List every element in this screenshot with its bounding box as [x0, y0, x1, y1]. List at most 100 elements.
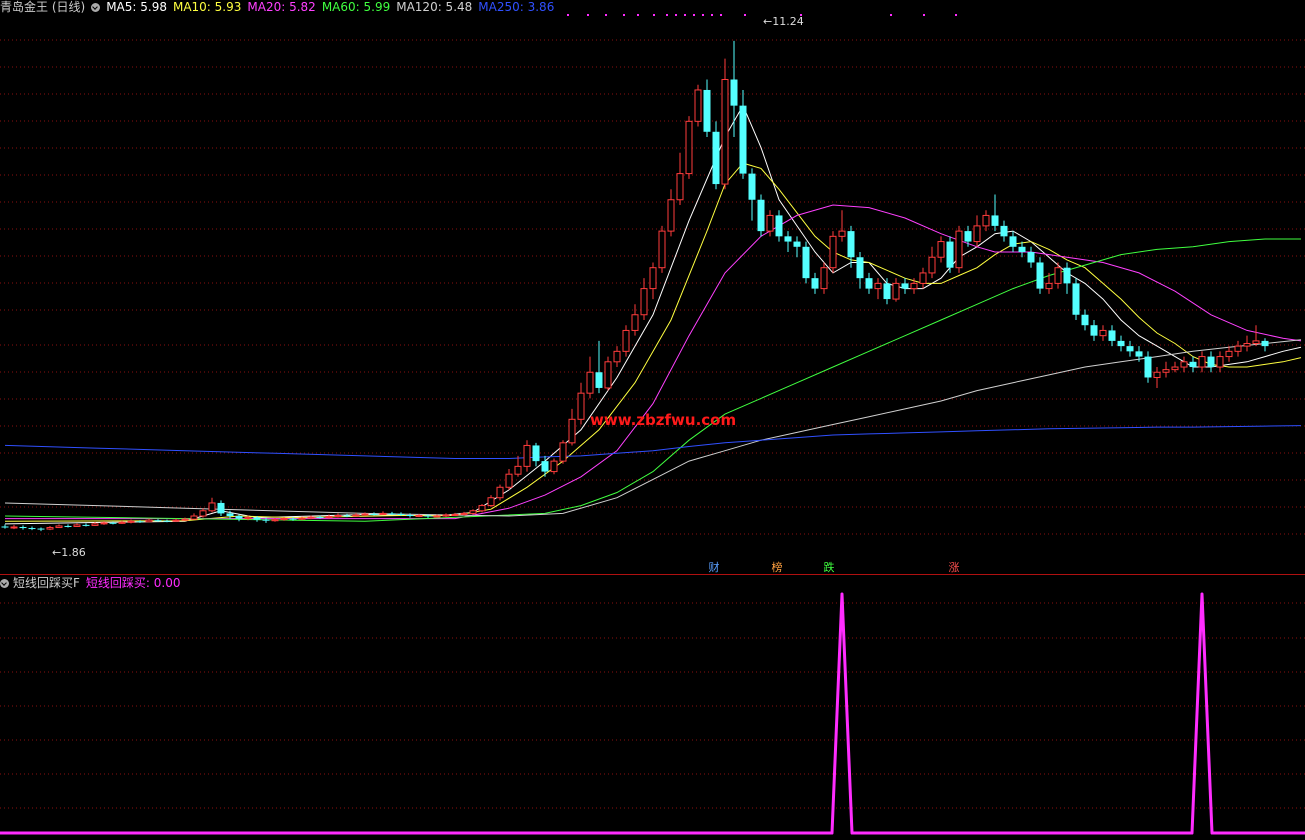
candle: [1108, 325, 1116, 347]
candle-body: [64, 525, 72, 527]
candle: [820, 262, 828, 294]
candle-body: [1045, 282, 1053, 290]
candle-body: [1027, 252, 1035, 263]
candle-body: [631, 314, 639, 331]
candle-body: [424, 515, 432, 517]
candle: [442, 513, 450, 518]
candle-body: [1000, 225, 1008, 237]
indicator-name: 短线回踩买F: [13, 576, 80, 590]
ma-line-ma250: [4, 425, 1302, 459]
candle: [478, 503, 486, 513]
candle: [685, 116, 693, 179]
signal-dot: [567, 14, 569, 16]
flag-bang[interactable]: 榜: [770, 559, 784, 575]
candle: [829, 231, 837, 273]
candle: [649, 262, 657, 300]
candle: [847, 225, 855, 268]
flag-zhang[interactable]: 涨: [947, 559, 961, 575]
candle-body: [676, 173, 684, 201]
candle-body: [154, 520, 162, 522]
candle-body: [442, 514, 450, 517]
candle: [379, 511, 387, 515]
candle-body: [73, 524, 81, 527]
candle: [190, 513, 198, 520]
candle: [982, 210, 990, 232]
collapse-icon[interactable]: [0, 578, 9, 588]
signal-dot: [702, 14, 704, 16]
candle-body: [892, 282, 900, 300]
candle-body: [793, 241, 801, 247]
candle: [1144, 351, 1152, 383]
candle: [487, 495, 495, 508]
candle: [568, 408, 576, 446]
signal-dot: [675, 14, 677, 16]
candle: [811, 272, 819, 294]
high-price-label: ←11.24: [763, 15, 804, 28]
candle-body: [1243, 343, 1251, 347]
candle: [802, 241, 810, 284]
candle-body: [361, 513, 369, 516]
candle: [28, 526, 36, 531]
candle-body: [1108, 330, 1116, 341]
signal-dot: [653, 14, 655, 16]
candle: [586, 356, 594, 399]
candle: [694, 84, 702, 127]
candle-body: [397, 513, 405, 515]
signal-dot: [720, 14, 722, 16]
candle: [874, 278, 882, 300]
candle: [64, 524, 72, 528]
candle-body: [838, 230, 846, 237]
candle-body: [226, 513, 234, 517]
candle-body: [1072, 283, 1080, 315]
candle: [883, 278, 891, 305]
candle: [1162, 361, 1170, 378]
signal-dot: [637, 14, 639, 16]
candle-body: [406, 514, 414, 517]
candle: [838, 210, 846, 242]
high-arrow-icon: ←: [763, 15, 773, 28]
candle-body: [271, 519, 279, 522]
candle: [1180, 356, 1188, 373]
candle: [595, 340, 603, 394]
candle-body: [199, 510, 207, 517]
candle: [784, 231, 792, 253]
candle: [928, 246, 936, 279]
candle-body: [280, 518, 288, 521]
collapse-icon[interactable]: [91, 2, 101, 12]
candle-body: [847, 231, 855, 258]
flag-cai[interactable]: 财: [707, 559, 721, 575]
candle-body: [1207, 356, 1215, 368]
candle-body: [658, 230, 666, 269]
candle-body: [1162, 369, 1170, 373]
indicator-line: [0, 592, 1305, 835]
candle-body: [1018, 246, 1026, 253]
candle: [550, 458, 558, 475]
candle-body: [145, 519, 153, 523]
candle-body: [937, 241, 945, 258]
candle: [469, 509, 477, 515]
candle: [1126, 340, 1134, 357]
flag-die[interactable]: 跌: [822, 559, 836, 575]
low-value: 1.86: [61, 546, 86, 559]
candle: [1189, 356, 1197, 373]
candle-body: [190, 515, 198, 520]
candle: [712, 121, 720, 190]
main-chart-header: 青岛金王 (日线) MA5: 5.98 MA10: 5.93 MA20: 5.8…: [0, 0, 560, 14]
candle-body: [1180, 361, 1188, 368]
candle: [622, 325, 630, 357]
indicator-value: 短线回踩买: 0.00: [85, 576, 181, 590]
candle-body: [1171, 366, 1179, 371]
candle-body: [514, 465, 522, 475]
signal-dot: [923, 14, 925, 16]
candle-body: [559, 442, 567, 462]
candle: [451, 512, 459, 517]
candle: [937, 236, 945, 263]
candle-body: [811, 278, 819, 289]
candle-body: [334, 514, 342, 518]
ma60-label: MA60: 5.99: [321, 0, 391, 14]
candle-body: [991, 215, 999, 226]
candle-body: [325, 516, 333, 519]
candle-body: [1198, 356, 1206, 368]
candle-body: [1234, 345, 1242, 352]
candle-body: [1054, 267, 1062, 284]
